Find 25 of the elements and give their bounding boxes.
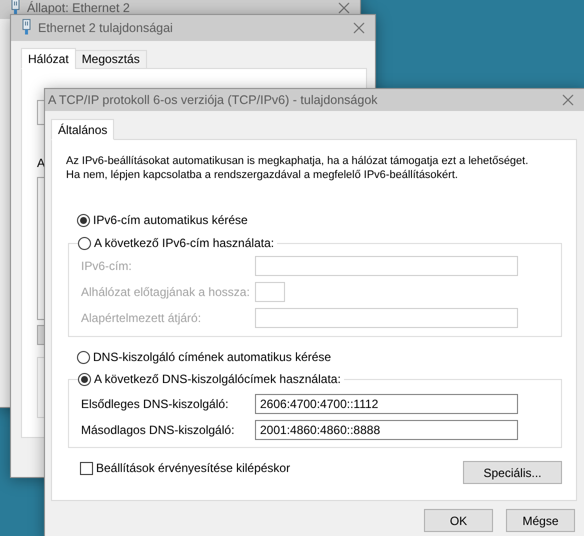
plug-icon [22, 18, 31, 34]
field-label: Alapértelmezett átjáró: [81, 311, 202, 325]
window-title: Állapot: Ethernet 2 [27, 1, 130, 15]
window-title: Ethernet 2 tulajdonságai [38, 21, 173, 35]
cancel-button[interactable]: Mégse [506, 509, 575, 532]
field-label: Elsődleges DNS-kiszolgáló: [81, 397, 230, 411]
tab[interactable]: Általános [51, 119, 114, 140]
radio-button[interactable]: A következő IPv6-cím használata: [78, 236, 278, 250]
close-icon[interactable] [338, 2, 350, 14]
description-text: Az IPv6-beállításokat automatikusan is megkaphatja, ha a hálózat támogatja ezt a lehetőséget. Ha nem, lépjen kapcsolatba a rendszergazdával a megfelelő IPv6-beállításokért. [66, 154, 530, 182]
input-field[interactable]: 2001:4860:4860::8888 [255, 420, 518, 440]
field-label: IPv6-cím: [81, 259, 133, 273]
plug-icon [11, 0, 20, 14]
close-icon[interactable] [353, 22, 365, 34]
field-label: Másodlagos DNS-kiszolgáló: [81, 423, 236, 437]
input-field[interactable]: 2606:4700:4700::1112 [255, 394, 518, 414]
radio-button[interactable]: A következő DNS-kiszolgálócímek használata: [78, 372, 344, 386]
tab[interactable]: Megosztás [74, 50, 147, 69]
close-icon[interactable] [562, 94, 574, 106]
ok-button[interactable]: OK [424, 509, 493, 532]
checkbox[interactable]: Beállítások érvényesítése kilépéskor [80, 461, 290, 475]
field-label: Alhálózat előtagjának a hossza: [81, 285, 251, 299]
tab[interactable]: Hálózat [21, 48, 76, 69]
window-title: A TCP/IP protokoll 6-os verziója (TCP/IPv6) - tulajdonságok [48, 93, 378, 107]
advanced-button[interactable]: Speciális... [463, 461, 562, 484]
